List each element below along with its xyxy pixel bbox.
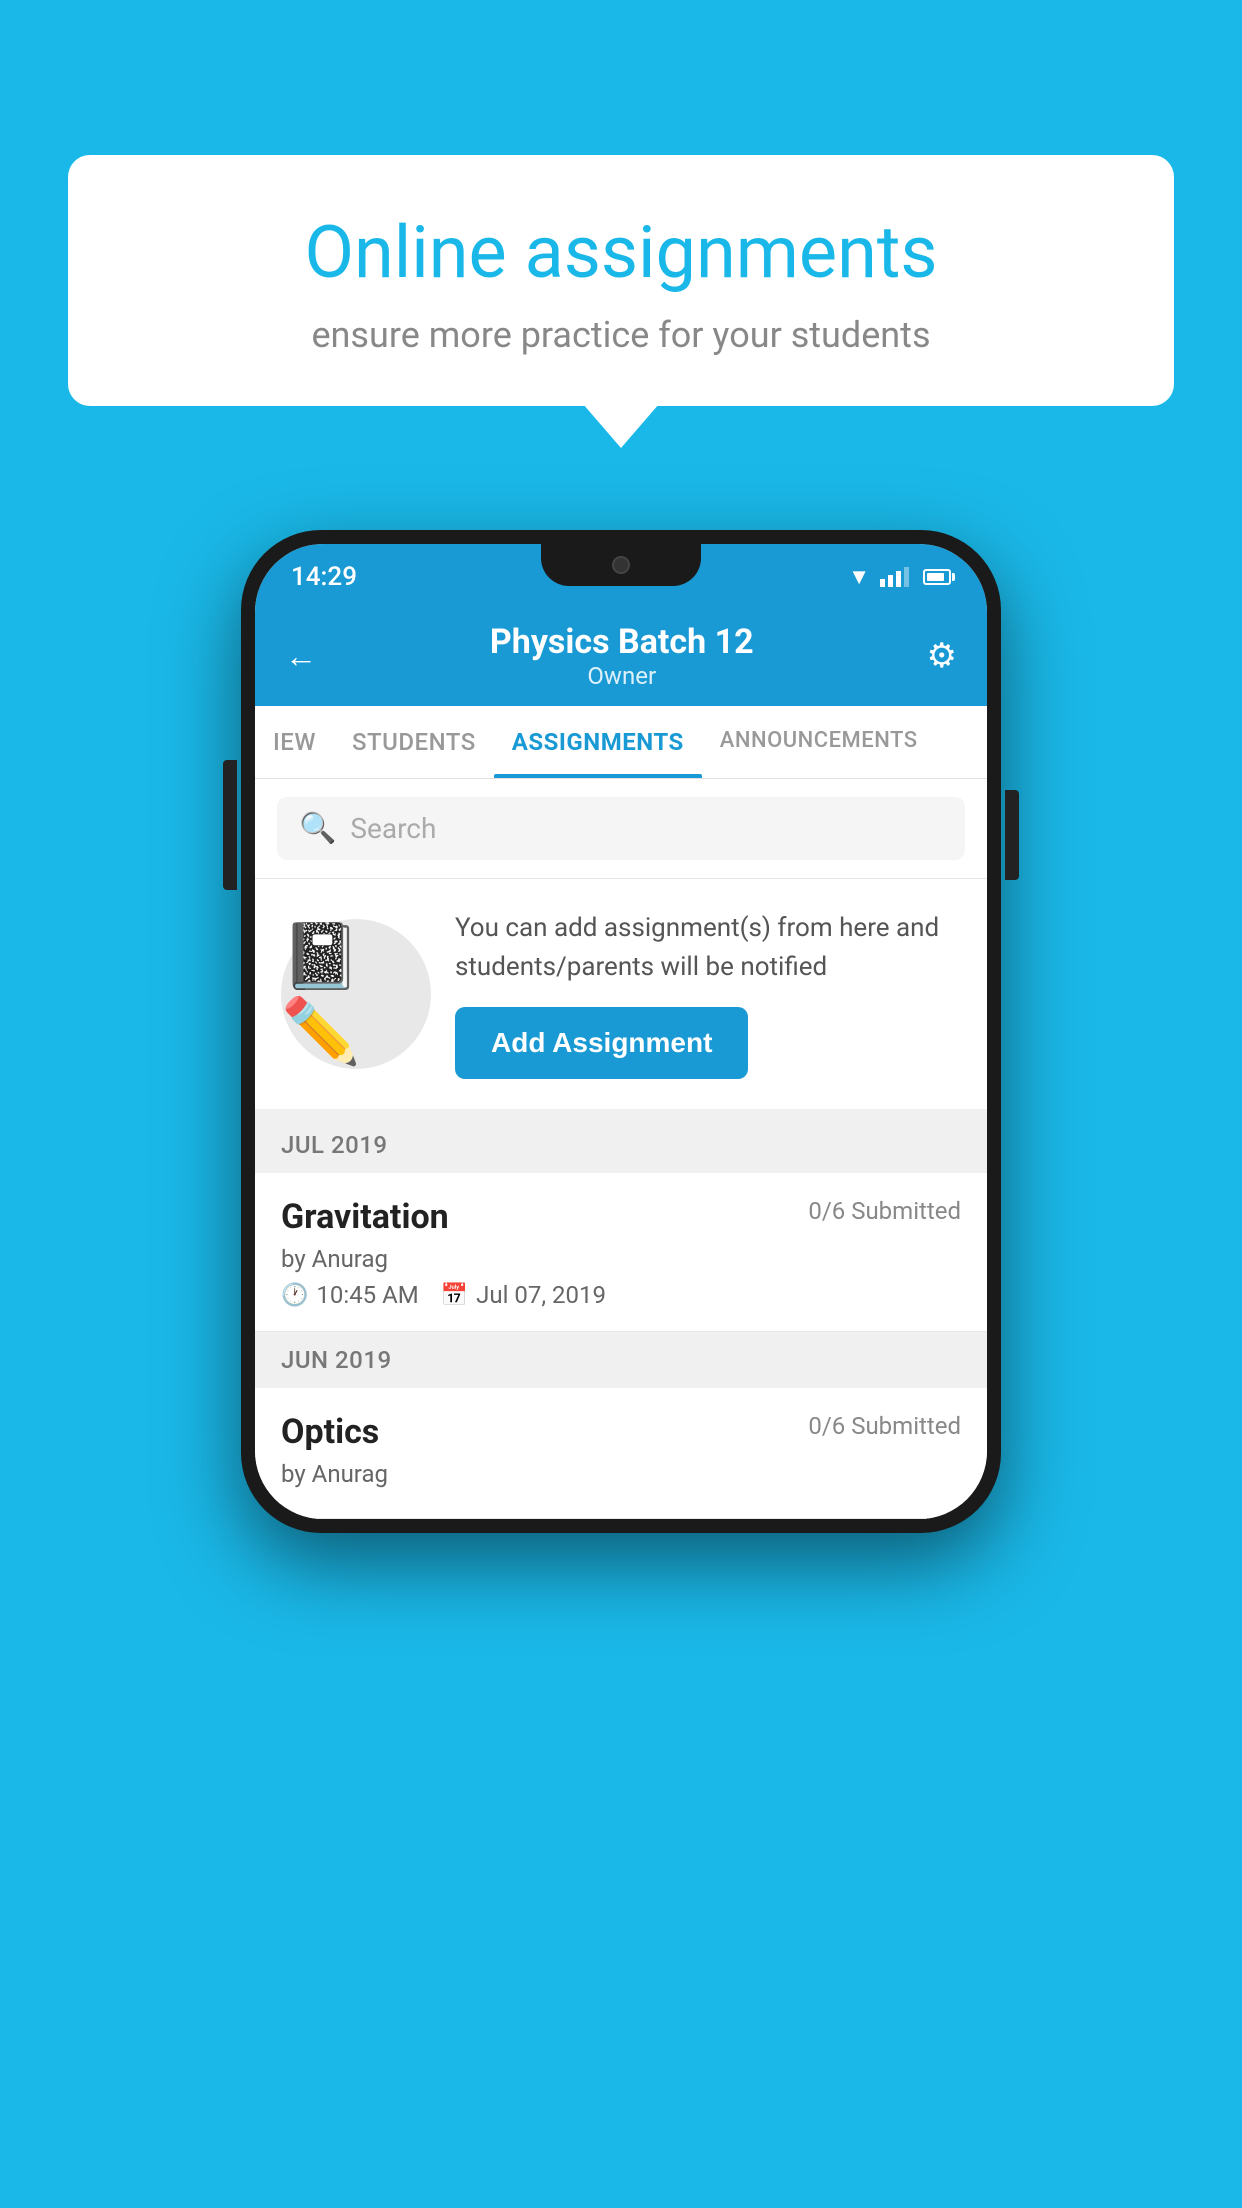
wifi-icon: ▼ (848, 564, 870, 590)
search-icon: 🔍 (299, 811, 336, 846)
promo-text: You can add assignment(s) from here and … (455, 909, 961, 987)
bubble-subtitle: ensure more practice for your students (128, 314, 1114, 356)
battery-icon (923, 569, 951, 585)
assignment-optics-header: Optics 0/6 Submitted (281, 1412, 961, 1452)
app-header: ← Physics Batch 12 Owner ⚙ (255, 604, 987, 706)
phone-screen: 14:29 ▼ (255, 544, 987, 1519)
tab-assignments[interactable]: ASSIGNMENTS (494, 706, 702, 778)
phone-mockup: 14:29 ▼ (241, 530, 1001, 1533)
section-jul-label: JUL 2019 (281, 1131, 388, 1159)
assignment-header: Gravitation 0/6 Submitted (281, 1197, 961, 1237)
section-jun-2019: JUN 2019 (255, 1332, 987, 1388)
assignment-time: 🕐 10:45 AM (281, 1281, 419, 1309)
signal-icon (880, 567, 909, 587)
section-jul-2019: JUL 2019 (255, 1117, 987, 1173)
assignment-by: by Anurag (281, 1245, 961, 1273)
tab-students[interactable]: STUDENTS (334, 706, 494, 778)
phone-outer: 14:29 ▼ (241, 530, 1001, 1533)
clock-icon: 🕐 (281, 1283, 308, 1308)
phone-notch (541, 544, 701, 586)
calendar-icon: 📅 (441, 1283, 468, 1308)
notebook-icon: 📓✏️ (281, 919, 431, 1069)
header-subtitle: Owner (490, 662, 754, 690)
promo-icon-circle: 📓✏️ (281, 919, 431, 1069)
tab-announcements[interactable]: ANNOUNCEMENTS (702, 706, 936, 778)
assignment-datetime: 🕐 10:45 AM 📅 Jul 07, 2019 (281, 1281, 961, 1309)
search-placeholder: Search (350, 812, 436, 845)
search-bar[interactable]: 🔍 Search (277, 797, 965, 860)
status-icons: ▼ (848, 558, 951, 590)
tab-iew[interactable]: IEW (255, 706, 334, 778)
speech-bubble: Online assignments ensure more practice … (68, 155, 1174, 406)
add-assignment-button[interactable]: Add Assignment (455, 1007, 748, 1079)
assignment-optics-title: Optics (281, 1412, 379, 1452)
tabs-container: IEW STUDENTS ASSIGNMENTS ANNOUNCEMENTS (255, 706, 987, 779)
camera-dot (612, 556, 630, 574)
promo-card: 📓✏️ You can add assignment(s) from here … (255, 879, 987, 1117)
assignment-optics-by: by Anurag (281, 1460, 961, 1488)
speech-bubble-container: Online assignments ensure more practice … (68, 155, 1174, 406)
assignment-title: Gravitation (281, 1197, 449, 1237)
assignment-submitted: 0/6 Submitted (808, 1197, 961, 1225)
back-button[interactable]: ← (285, 637, 317, 675)
settings-icon[interactable]: ⚙ (927, 636, 957, 676)
assignment-item-optics[interactable]: Optics 0/6 Submitted by Anurag (255, 1388, 987, 1519)
status-time: 14:29 (291, 556, 357, 592)
promo-content: You can add assignment(s) from here and … (455, 909, 961, 1079)
assignment-optics-submitted: 0/6 Submitted (808, 1412, 961, 1440)
header-title-wrap: Physics Batch 12 Owner (490, 622, 754, 690)
section-jun-label: JUN 2019 (281, 1346, 392, 1374)
search-container: 🔍 Search (255, 779, 987, 879)
header-title: Physics Batch 12 (490, 622, 754, 662)
assignment-date: 📅 Jul 07, 2019 (441, 1281, 606, 1309)
assignment-item-gravitation[interactable]: Gravitation 0/6 Submitted by Anurag 🕐 10… (255, 1173, 987, 1332)
bubble-title: Online assignments (128, 210, 1114, 296)
